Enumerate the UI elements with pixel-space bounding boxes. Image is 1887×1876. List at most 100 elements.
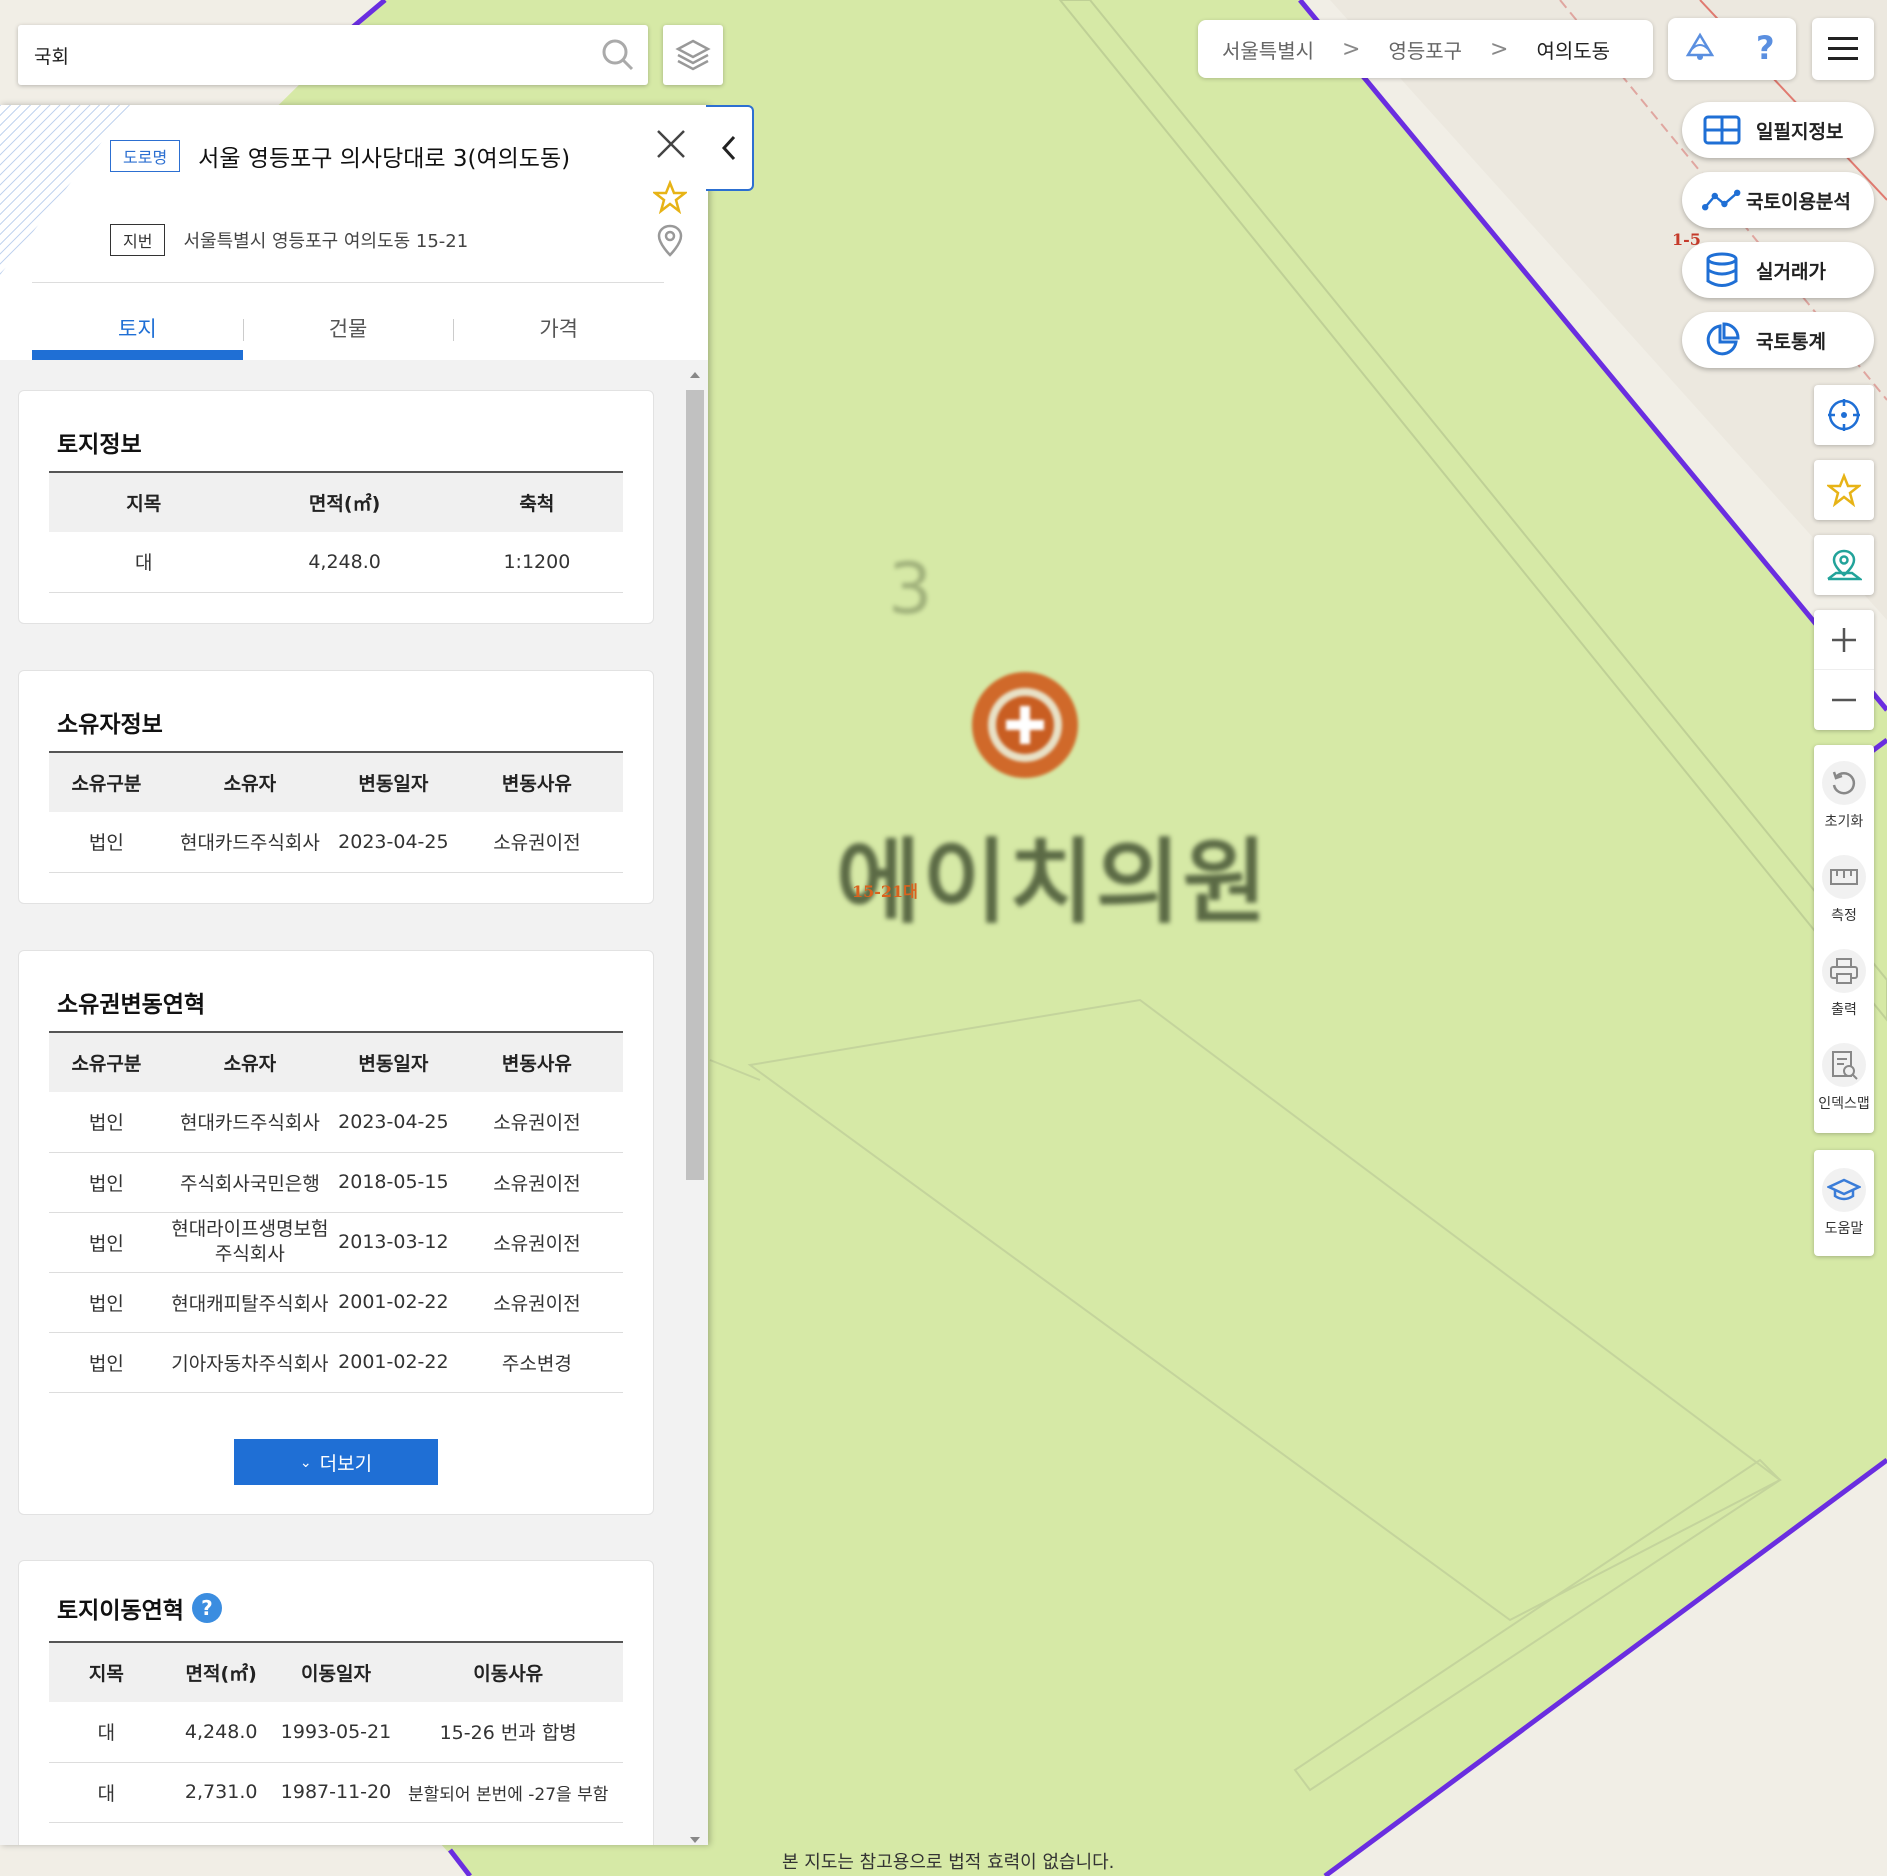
table-cell: 4,248.0 bbox=[238, 532, 451, 593]
collapse-panel-button[interactable] bbox=[706, 105, 754, 191]
land-info-card: 토지정보 지목 면적(㎡) 축척 대 4,248.0 1:1200 bbox=[18, 390, 654, 624]
column-header: 변동사유 bbox=[450, 1031, 623, 1092]
top-icon-group: ? bbox=[1668, 18, 1796, 80]
column-header: 축척 bbox=[450, 471, 623, 532]
land-use-analysis-button[interactable]: 국토이용분석 bbox=[1682, 172, 1874, 228]
land-info-title: 토지정보 bbox=[57, 432, 142, 458]
locate-address-button[interactable] bbox=[653, 223, 687, 265]
parcel-number-label: 15-21대 bbox=[852, 882, 918, 901]
chevron-right-icon: > bbox=[1490, 36, 1509, 62]
table-cell: 법인 bbox=[49, 1332, 164, 1393]
ruler-icon bbox=[1822, 855, 1866, 899]
lot-address-text: 서울특별시 영등포구 여의도동 15-21 bbox=[183, 231, 469, 252]
more-button[interactable]: ⌄ 더보기 bbox=[234, 1439, 438, 1485]
favorites-button[interactable] bbox=[1814, 460, 1874, 520]
land-info-table: 지목 면적(㎡) 축척 대 4,248.0 1:1200 bbox=[49, 471, 623, 593]
table-row: 법인 현대캐피탈주식회사 2001-02-22 소유권이전 bbox=[49, 1272, 623, 1333]
table-cell: 법인 bbox=[49, 1272, 164, 1333]
plus-icon bbox=[1832, 627, 1856, 652]
search-input[interactable] bbox=[18, 25, 588, 85]
help-question-icon[interactable]: ? bbox=[191, 1593, 222, 1623]
land-statistics-button[interactable]: 국토통계 bbox=[1682, 312, 1874, 368]
help-label: 도움말 bbox=[1824, 1221, 1864, 1237]
measure-button[interactable]: 측정 bbox=[1814, 843, 1874, 937]
panel-tabs: 토지 건물 가격 bbox=[32, 295, 664, 360]
hamburger-icon bbox=[1828, 37, 1858, 60]
parcel-info-button[interactable]: 일필지정보 bbox=[1682, 102, 1874, 158]
tab-building[interactable]: 건물 bbox=[242, 295, 454, 360]
column-header: 면적(㎡) bbox=[163, 1641, 279, 1702]
table-cell: 2,731.0 bbox=[163, 1762, 279, 1823]
table-cell: 소유권이전 bbox=[450, 1212, 623, 1273]
table-cell: 2001-02-22 bbox=[335, 1272, 451, 1333]
location-pin-icon bbox=[657, 224, 683, 257]
grid-map-icon bbox=[1702, 110, 1742, 150]
search-button[interactable] bbox=[588, 25, 648, 85]
main-menu-button[interactable] bbox=[1812, 18, 1874, 80]
land-use-analysis-label: 국토이용분석 bbox=[1746, 190, 1851, 213]
table-cell: 법인 bbox=[49, 1212, 164, 1273]
index-map-button[interactable]: 인덱스맵 bbox=[1814, 1031, 1874, 1125]
table-cell: 소유권이전 bbox=[450, 1092, 623, 1153]
zoom-out-button[interactable] bbox=[1814, 670, 1874, 730]
breadcrumb-district[interactable]: 영등포구 bbox=[1388, 35, 1462, 64]
table-row: 대 4,248.0 1993-05-21 15-26 번과 합병 bbox=[49, 1702, 623, 1763]
table-cell: 현대카드주식회사 bbox=[163, 1092, 336, 1153]
chevron-right-icon: > bbox=[1342, 36, 1361, 62]
scroll-up-arrow[interactable] bbox=[690, 372, 700, 378]
column-header: 소유자 bbox=[163, 1031, 336, 1092]
search-bar bbox=[18, 25, 648, 85]
tab-price[interactable]: 가격 bbox=[453, 295, 664, 360]
column-header: 지목 bbox=[49, 1641, 164, 1702]
chevron-left-icon bbox=[721, 135, 736, 161]
zoom-in-button[interactable] bbox=[1814, 610, 1874, 670]
column-header: 지목 bbox=[49, 471, 239, 532]
minus-icon bbox=[1832, 698, 1856, 702]
land-movement-title: 토지이동연혁 bbox=[57, 1598, 184, 1624]
panel-scrollbar[interactable] bbox=[684, 370, 706, 1845]
pie-chart-icon bbox=[1702, 320, 1742, 360]
column-header: 이동사유 bbox=[393, 1641, 623, 1702]
print-button[interactable]: 출력 bbox=[1814, 937, 1874, 1031]
favorite-address-button[interactable] bbox=[651, 179, 689, 218]
column-header: 변동사유 bbox=[450, 751, 623, 812]
layer-button[interactable] bbox=[663, 25, 723, 85]
column-header: 소유구분 bbox=[49, 751, 164, 812]
table-cell: 대 bbox=[49, 532, 239, 593]
scroll-down-arrow[interactable] bbox=[690, 1837, 700, 1843]
help-question-icon[interactable]: ? bbox=[1744, 27, 1784, 71]
ownership-history-title: 소유권변동연혁 bbox=[57, 992, 206, 1018]
real-transaction-button[interactable]: 실거래가 bbox=[1682, 242, 1874, 298]
tab-land[interactable]: 토지 bbox=[32, 295, 243, 360]
hospital-poi-icon[interactable] bbox=[972, 672, 1078, 778]
help-button[interactable]: 도움말 bbox=[1814, 1150, 1874, 1256]
table-cell: 2018-05-15 bbox=[335, 1152, 451, 1213]
map-pin-button[interactable] bbox=[1814, 535, 1874, 595]
table-cell: 현대카드주식회사 bbox=[163, 812, 336, 873]
ownership-history-table: 소유구분 소유자 변동일자 변동사유 법인 현대카드주식회사 2023-04-2… bbox=[49, 1031, 623, 1393]
ownership-history-card: 소유권변동연혁 소유구분 소유자 변동일자 변동사유 법인 현대카드주식회사 2… bbox=[18, 950, 654, 1515]
column-header: 변동일자 bbox=[335, 751, 451, 812]
table-cell: 기아자동차주식회사 bbox=[163, 1332, 336, 1393]
table-cell: 주식회사국민은행 bbox=[163, 1152, 336, 1213]
column-header: 변동일자 bbox=[335, 1031, 451, 1092]
chevron-down-icon: ⌄ bbox=[299, 1453, 312, 1470]
land-movement-card: 토지이동연혁 ? 지목 면적(㎡) 이동일자 이동사유 대 4,248.0 19… bbox=[18, 1560, 654, 1845]
table-cell: 소유권이전 bbox=[450, 1272, 623, 1333]
table-cell: 소유권이전 bbox=[450, 812, 623, 873]
scroll-thumb[interactable] bbox=[686, 390, 704, 1180]
table-cell: 법인 bbox=[49, 812, 164, 873]
close-icon bbox=[657, 130, 685, 158]
table-row: 법인 주식회사국민은행 2018-05-15 소유권이전 bbox=[49, 1152, 623, 1213]
locate-button[interactable] bbox=[1814, 385, 1874, 445]
notification-icon[interactable] bbox=[1680, 27, 1720, 71]
poi-name-label[interactable]: 에이치의원 bbox=[836, 808, 1269, 941]
more-button-label: 더보기 bbox=[319, 1453, 373, 1475]
reset-button[interactable]: 초기화 bbox=[1814, 749, 1874, 843]
close-panel-button[interactable] bbox=[652, 125, 690, 163]
table-cell: 2023-04-25 bbox=[335, 812, 451, 873]
breadcrumb-dong[interactable]: 여의도동 bbox=[1536, 35, 1610, 64]
map-location-icon bbox=[1827, 549, 1862, 581]
lot-address-row: 지번 서울특별시 영등포구 여의도동 15-21 bbox=[110, 224, 468, 256]
breadcrumb-city[interactable]: 서울특별시 bbox=[1222, 35, 1314, 64]
